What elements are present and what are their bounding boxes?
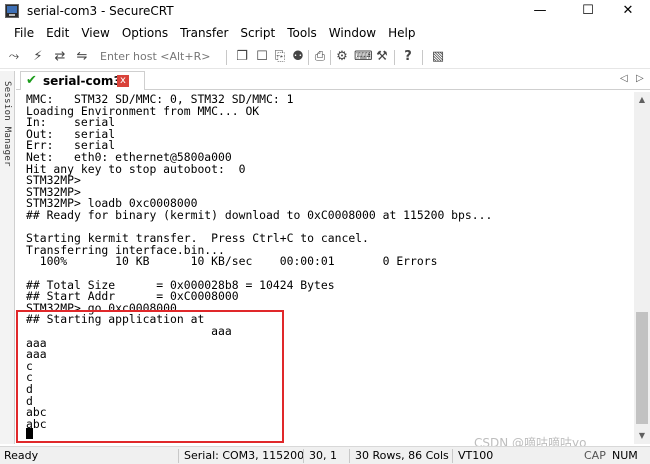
status-bar: Ready Serial: COM3, 115200 30, 1 30 Rows…	[0, 446, 650, 464]
minimize-button[interactable]: —	[518, 0, 562, 22]
terminal-line: ## Ready for binary (kermit) download to…	[26, 208, 493, 222]
menu-bar: File Edit View Options Transfer Script T…	[0, 23, 650, 43]
tab-scroll-right-icon[interactable]: ▷	[636, 73, 644, 84]
keymap-icon[interactable]: ⌨	[354, 49, 373, 65]
quick-connect-input[interactable]: Enter host <Alt+R>	[100, 50, 210, 63]
status-divider	[303, 449, 304, 463]
print-icon[interactable]: ⎙	[312, 49, 328, 65]
status-divider	[178, 449, 179, 463]
menu-help[interactable]: Help	[382, 26, 421, 40]
find-icon[interactable]: ⚉	[290, 49, 306, 65]
status-divider	[452, 449, 453, 463]
status-divider	[349, 449, 350, 463]
menu-file[interactable]: File	[8, 26, 40, 40]
menu-transfer[interactable]: Transfer	[174, 26, 234, 40]
status-cap: CAP	[584, 449, 606, 462]
status-terminal-type: VT100	[458, 449, 494, 462]
reconnect-icon[interactable]: ⇄	[52, 49, 68, 65]
status-position: 30, 1	[309, 449, 337, 462]
toolbar-separator	[330, 50, 331, 65]
session-manager-sidebar[interactable]: Session Manager	[0, 71, 15, 444]
close-button[interactable]: ✕	[606, 0, 650, 22]
tab-serial-com3[interactable]: ✔ serial-com3 x	[20, 71, 145, 90]
title-bar: serial-com3 - SecureCRT — ☐ ✕	[0, 0, 650, 22]
status-serial: Serial: COM3, 115200	[184, 449, 305, 462]
session-manager-label: Session Manager	[2, 81, 12, 167]
close-tab-icon[interactable]: x	[117, 75, 129, 87]
help-icon[interactable]: ?	[400, 49, 416, 65]
status-size: 30 Rows, 86 Cols	[355, 449, 449, 462]
toolbar-separator	[422, 50, 423, 65]
menu-view[interactable]: View	[75, 26, 115, 40]
toolbar-separator	[394, 50, 395, 65]
menu-window[interactable]: Window	[323, 26, 382, 40]
status-ready: Ready	[4, 449, 39, 462]
connected-check-icon: ✔	[26, 73, 37, 88]
settings-icon[interactable]: ⚙	[334, 49, 350, 65]
scroll-up-icon[interactable]: ▲	[634, 92, 650, 108]
terminal-line: 100% 10 KB 10 KB/sec 00:00:01 0 Errors	[26, 254, 438, 269]
tab-scroll-left-icon[interactable]: ◁	[620, 73, 628, 84]
sftp-icon[interactable]: ▧	[430, 49, 446, 65]
window-title: serial-com3 - SecureCRT	[27, 4, 174, 18]
securecrt-app-icon	[5, 4, 19, 18]
tab-bar: ✔ serial-com3 x ◁ ▷	[16, 71, 650, 90]
clipboard-icon[interactable]: ⎘	[272, 49, 288, 65]
toolbar-separator	[308, 50, 309, 65]
tool-icon[interactable]: ⚒	[374, 49, 390, 65]
lightning-icon[interactable]: ⚡	[30, 49, 46, 65]
menu-options[interactable]: Options	[116, 26, 174, 40]
menu-edit[interactable]: Edit	[40, 26, 75, 40]
menu-script[interactable]: Script	[234, 26, 281, 40]
status-num: NUM	[612, 449, 638, 462]
terminal-scrollbar[interactable]: ▲ ▼	[634, 92, 650, 444]
menu-tools[interactable]: Tools	[281, 26, 323, 40]
toolbar-separator	[226, 50, 227, 65]
disconnect-icon[interactable]: ⇋	[74, 49, 90, 65]
toolbar: ⤳ ⚡ ⇄ ⇋ Enter host <Alt+R> ❐ ☐ ⎘ ⚉ ⎙ ⚙ ⌨…	[0, 45, 650, 69]
connect-icon[interactable]: ⤳	[6, 49, 22, 65]
maximize-button[interactable]: ☐	[566, 0, 610, 22]
tab-label: serial-com3	[43, 74, 122, 88]
scroll-thumb[interactable]	[636, 312, 648, 424]
paste-icon[interactable]: ☐	[254, 49, 270, 65]
copy-icon[interactable]: ❐	[234, 49, 250, 65]
highlight-box	[16, 310, 284, 443]
scroll-down-icon[interactable]: ▼	[634, 428, 650, 444]
